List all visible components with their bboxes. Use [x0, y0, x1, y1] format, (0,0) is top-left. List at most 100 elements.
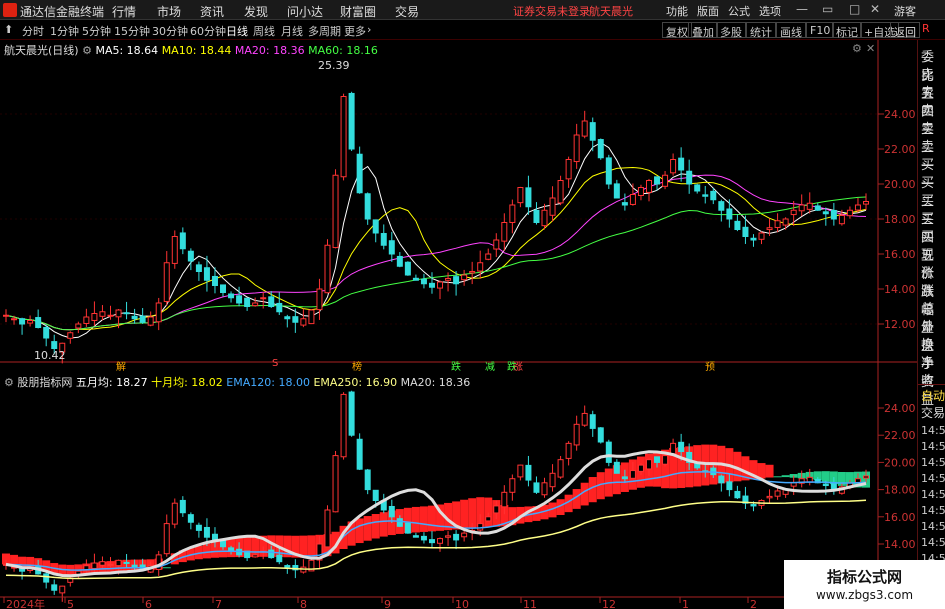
candle-body: [43, 327, 50, 339]
sub-candle-body: [437, 538, 444, 544]
menu-hangqing[interactable]: 行情: [112, 3, 136, 20]
menu-wenxiaoda[interactable]: 问小达: [287, 3, 323, 20]
close-icon[interactable]: ✕: [870, 2, 880, 16]
sub-candle-body: [340, 393, 347, 458]
ema250-label: EMA250: 16.90: [313, 376, 398, 389]
y-tick-label: 12.00: [884, 318, 916, 331]
restore-icon[interactable]: ▭: [822, 2, 833, 16]
indicator-bar: [307, 535, 316, 558]
menu-shichang[interactable]: 市场: [157, 3, 181, 20]
maximize-icon[interactable]: □: [849, 2, 860, 16]
guest-label[interactable]: 游客: [894, 3, 916, 19]
marker-s[interactable]: S: [272, 358, 278, 369]
candle-body: [445, 278, 452, 281]
candle-body: [11, 318, 18, 321]
sub-candle-body: [91, 562, 98, 569]
sub-candle-body: [59, 585, 66, 594]
period-more[interactable]: 更多: [344, 23, 366, 39]
sub-candle-body: [453, 533, 460, 541]
period-30min[interactable]: 30分钟: [152, 23, 188, 39]
candle-body: [453, 276, 460, 285]
x-tick-label: 12: [602, 598, 616, 609]
tab-auto[interactable]: 自动: [921, 387, 945, 404]
period-1min[interactable]: 1分钟: [50, 23, 79, 39]
marker-jian[interactable]: 减: [485, 358, 495, 373]
y-tick-label: 18.00: [884, 484, 916, 497]
period-fenshi[interactable]: 分时: [22, 23, 44, 39]
menu-gongneng[interactable]: 功能: [666, 3, 688, 19]
btn-huaxian[interactable]: 画线: [776, 22, 806, 39]
candle-body: [27, 320, 34, 324]
period-month[interactable]: 月线: [281, 23, 303, 39]
indicator-bar: [379, 512, 388, 537]
minimize-icon[interactable]: —: [796, 2, 808, 16]
period-week[interactable]: 周线: [253, 23, 275, 39]
app-title: 通达信金融终端: [20, 5, 105, 19]
candle-body: [686, 170, 693, 185]
indicator-bar: [757, 463, 766, 479]
sub-candle-body: [525, 464, 532, 481]
menu-jiaoyi[interactable]: 交易: [395, 3, 419, 20]
sub-candle-body: [493, 505, 500, 514]
period-5min[interactable]: 5分钟: [82, 23, 111, 39]
tab-trade[interactable]: 交易: [921, 404, 945, 421]
settings-gear-icon[interactable]: ⚙: [852, 42, 862, 55]
btn-fanhui[interactable]: 返回: [890, 22, 920, 39]
btn-biaoji[interactable]: 标记: [832, 22, 862, 39]
sub-candle-body: [605, 441, 612, 463]
period-multi[interactable]: 多周期: [308, 23, 341, 39]
candle-body: [533, 209, 540, 223]
btn-diejia[interactable]: 叠加: [688, 22, 718, 39]
main-legend: 航天晨光(日线) ⚙ MA5: 18.64 MA10: 18.44 MA20: …: [4, 42, 378, 58]
menu-banmian[interactable]: 版面: [697, 3, 719, 19]
btn-duogu[interactable]: 多股: [716, 22, 746, 39]
close-pane-icon[interactable]: ✕: [866, 42, 875, 55]
menu-caifuquan[interactable]: 财富圈: [340, 3, 376, 20]
btn-f10[interactable]: F10: [806, 22, 835, 38]
marker-yu[interactable]: 预: [705, 358, 715, 373]
candle-body: [220, 284, 227, 294]
candle-body: [501, 222, 508, 242]
btn-tongji[interactable]: 统计: [746, 22, 776, 39]
sub-candle-body: [356, 438, 363, 470]
marker-die[interactable]: 跌: [451, 358, 461, 373]
marker-zhang[interactable]: 涨: [513, 358, 523, 373]
candle-body: [863, 201, 869, 205]
candle-body: [252, 302, 259, 307]
candle-body: [437, 281, 444, 289]
menu-zixun[interactable]: 资讯: [200, 3, 224, 20]
quote-side-panel: 委比 卖五 卖四 卖三 卖二 卖一 买一 买二 买三 买四 买五 现价 涨跌 涨幅 总量 外盘 换手 净资 收益 自…: [917, 40, 945, 609]
candle-body: [332, 174, 339, 249]
sub-candle-body: [364, 469, 371, 491]
chevron-right-icon[interactable]: ›: [367, 23, 371, 36]
gear-icon[interactable]: ⚙: [4, 376, 14, 389]
candle-body: [364, 193, 371, 220]
candle-body: [35, 317, 42, 329]
menu-gongshi[interactable]: 公式: [728, 3, 750, 19]
sub-candle-body: [549, 472, 556, 488]
tick-time: 14:56: [921, 440, 945, 453]
sub-candle-body: [645, 459, 652, 470]
sub-candle-body: [372, 489, 379, 501]
marker-bang[interactable]: 榜: [352, 358, 362, 373]
marker-jie[interactable]: 解: [116, 358, 126, 373]
candle-body: [19, 318, 26, 325]
candle-body: [420, 278, 427, 285]
period-60min[interactable]: 60分钟: [190, 23, 226, 39]
gear-icon[interactable]: ⚙: [82, 44, 92, 57]
menu-xuanxiang[interactable]: 选项: [759, 3, 781, 19]
y-tick-label: 24.00: [884, 108, 916, 121]
candle-body: [581, 120, 588, 137]
candle-body: [83, 316, 90, 324]
login-status[interactable]: 证券交易未登录: [513, 3, 590, 19]
candle-body: [461, 274, 468, 281]
candle-body: [613, 183, 620, 199]
menu-faxian[interactable]: 发现: [244, 3, 268, 20]
kline-chart-svg[interactable]: 24.00 22.00 20.00 18.00 16.00 14.00 12.00 24.0…: [0, 40, 917, 609]
period-15min[interactable]: 15分钟: [114, 23, 150, 39]
period-day[interactable]: 日线: [226, 23, 248, 39]
sub-candle-body: [348, 391, 355, 436]
y-tick-label: 20.00: [884, 178, 916, 191]
expand-icon[interactable]: ⬆: [4, 23, 13, 36]
candle-body: [131, 315, 138, 320]
